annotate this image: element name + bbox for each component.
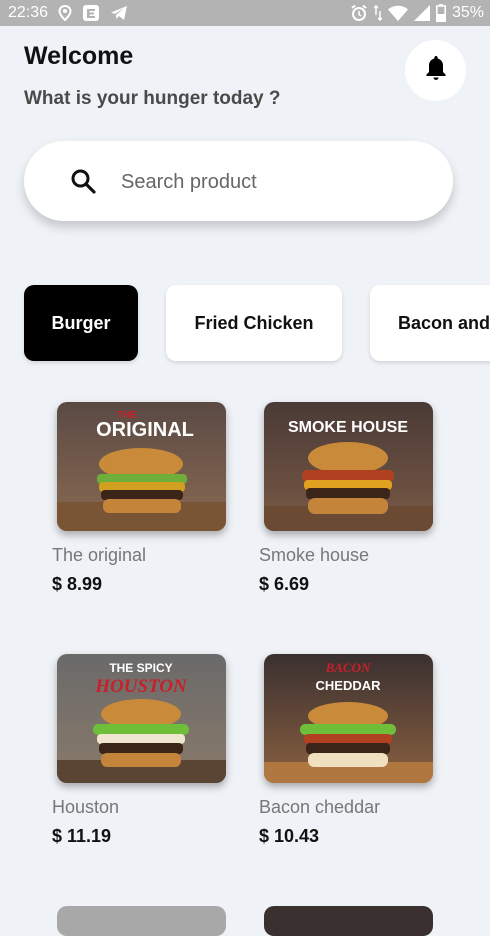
- signal-icon: [413, 5, 430, 21]
- page-subtitle: What is your hunger today ?: [24, 88, 281, 109]
- battery-percent: 35%: [451, 4, 484, 21]
- product-image-partial[interactable]: [264, 906, 433, 936]
- product-image[interactable]: THE ORIGINAL: [57, 402, 226, 531]
- product-name: The original: [52, 545, 147, 565]
- bell-icon: [425, 55, 447, 86]
- notifications-button[interactable]: [405, 40, 466, 101]
- brand-text: CHEDDAR: [316, 678, 382, 693]
- telegram-icon: [110, 5, 128, 21]
- alarm-icon: [350, 4, 368, 22]
- product-price: $ 11.19: [52, 826, 112, 846]
- product-image[interactable]: SMOKE HOUSE: [264, 402, 433, 531]
- brand-top-text: BACON: [325, 660, 371, 675]
- category-burger[interactable]: Burger: [24, 285, 138, 361]
- product-image[interactable]: THE SPICY HOUSTON: [57, 654, 226, 783]
- product-price: $ 6.69: [259, 574, 310, 594]
- category-bacon[interactable]: Bacon and: [370, 285, 490, 361]
- data-arrows-icon: [373, 5, 382, 21]
- brand-text: ORIGINAL: [96, 419, 194, 441]
- product-price: $ 8.99: [52, 574, 103, 594]
- search-input[interactable]: [119, 165, 423, 199]
- product-name: Houston: [52, 797, 120, 817]
- search-icon: [70, 168, 96, 199]
- product-name: Smoke house: [259, 545, 370, 565]
- battery-icon: [435, 4, 446, 22]
- mail-app-icon: [82, 4, 100, 22]
- product-image-partial[interactable]: [57, 906, 226, 936]
- status-time: 22:36: [8, 4, 49, 21]
- brand-text: SMOKE HOUSE: [288, 419, 408, 436]
- category-fried-chicken[interactable]: Fried Chicken: [166, 285, 342, 361]
- location-icon: [58, 5, 72, 21]
- status-bar: 22:36 35%: [0, 0, 490, 26]
- brand-text: HOUSTON: [94, 676, 188, 697]
- product-price: $ 10.43: [259, 826, 320, 846]
- search-bar[interactable]: [24, 141, 453, 221]
- brand-top-text: THE SPICY: [109, 661, 172, 675]
- page-title: Welcome: [24, 42, 134, 70]
- product-name: Bacon cheddar: [259, 797, 381, 817]
- product-image[interactable]: BACON CHEDDAR: [264, 654, 433, 783]
- wifi-icon: [387, 5, 408, 21]
